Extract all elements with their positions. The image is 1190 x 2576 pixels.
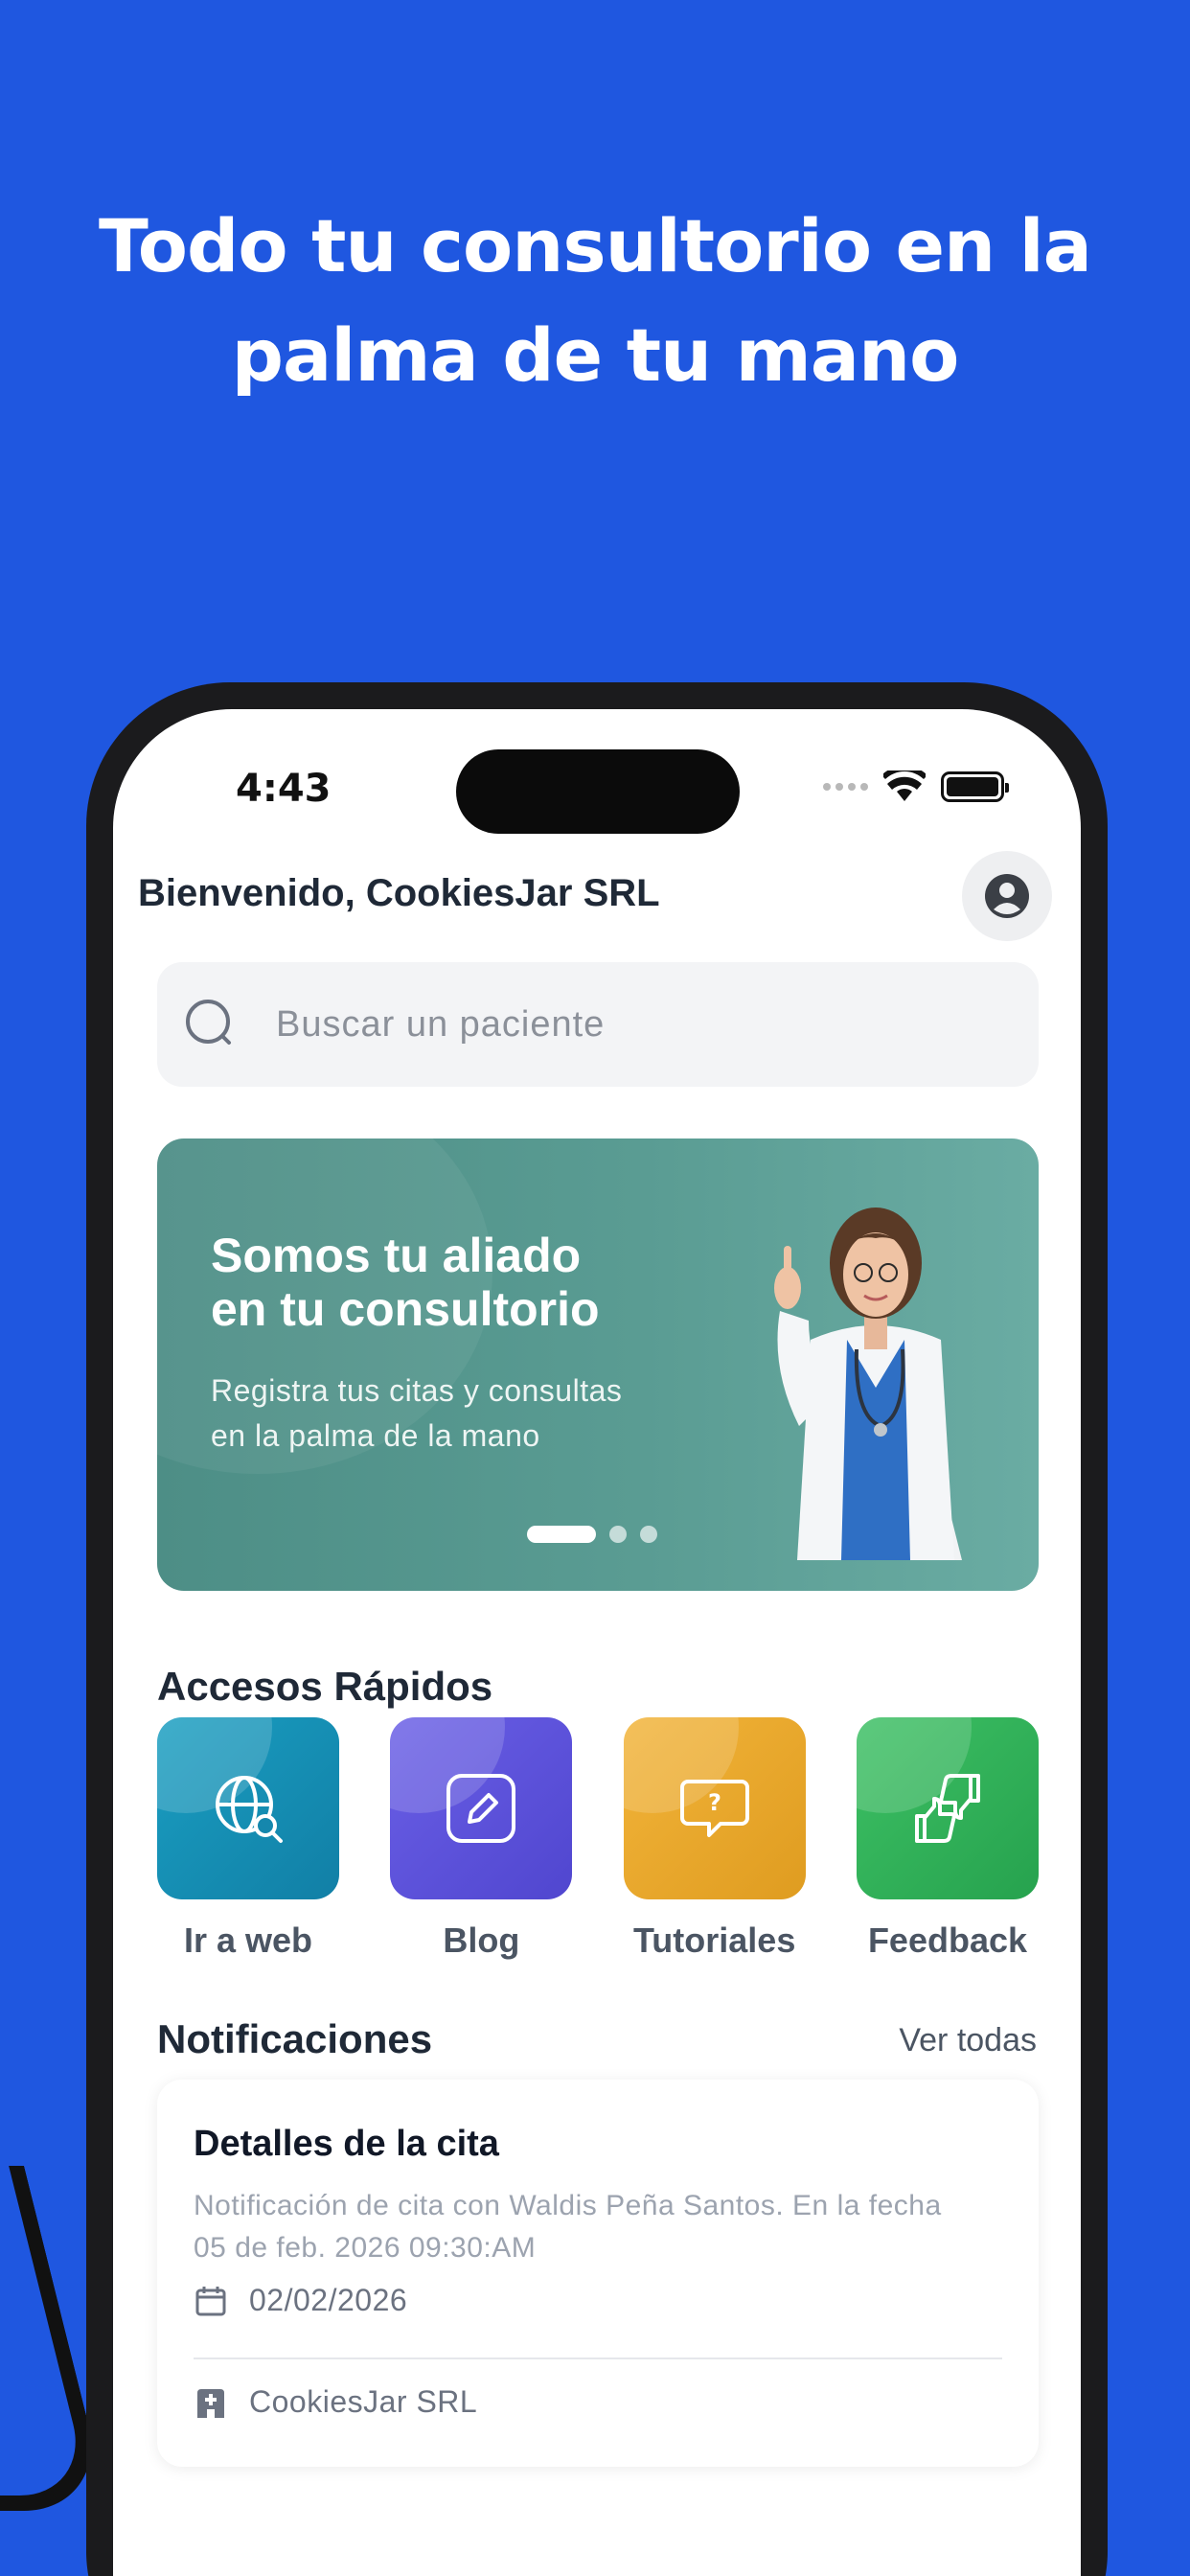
quick-access-tutorials[interactable]: ? Tutoriales — [623, 1717, 806, 1961]
welcome-title: Bienvenido, CookiesJar SRL — [138, 872, 660, 914]
promo-headline-line-1: Todo tu consultorio en la — [99, 203, 1092, 288]
wifi-icon — [883, 770, 926, 801]
search-input[interactable]: Buscar un paciente — [157, 962, 1039, 1087]
carousel-dot[interactable] — [640, 1526, 657, 1543]
svg-text:?: ? — [708, 1789, 721, 1816]
quick-access-title: Accesos Rápidos — [157, 1664, 493, 1709]
quick-access-grid: Ir a web Blog ? Tutoriales Feedback — [157, 1717, 1039, 1961]
phone-frame: 4:43 Bienvenido, CookiesJar SRL Buscar u… — [86, 682, 1108, 2576]
notifications-title: Notificaciones — [157, 2016, 433, 2061]
status-time: 4:43 — [236, 767, 332, 811]
question-bubble-icon: ? — [679, 1780, 749, 1837]
banner-subtitle-line-2: en la palma de la mano — [211, 1418, 540, 1453]
quick-access-web-tile[interactable] — [157, 1717, 339, 1899]
quick-access-blog-label: Blog — [443, 1920, 520, 1960]
see-all-link[interactable]: Ver todas — [899, 2022, 1037, 2059]
promo-banner[interactable]: Somos tu aliado en tu consultorio Regist… — [157, 1138, 1039, 1591]
quick-access-feedback[interactable]: Feedback — [856, 1717, 1039, 1961]
search-icon — [186, 1000, 231, 1045]
app-screen: 4:43 Bienvenido, CookiesJar SRL Buscar u… — [113, 709, 1081, 2576]
hospital-building-icon — [197, 2388, 224, 2418]
quick-access-blog-tile[interactable] — [390, 1717, 573, 1899]
dynamic-island — [456, 749, 740, 834]
notification-clinic: CookiesJar SRL — [249, 2384, 478, 2419]
quick-access-tutorials-tile[interactable]: ? — [623, 1717, 806, 1899]
banner-title-line-1: Somos tu aliado — [211, 1229, 582, 1282]
notification-description: Notificación de cita con Waldis Peña San… — [194, 2185, 1008, 2269]
banner-title-line-2: en tu consultorio — [211, 1282, 600, 1336]
doctor-illustration — [774, 1208, 962, 1560]
promo-headline-line-2: palma de tu mano — [231, 312, 960, 398]
battery-icon — [941, 771, 1009, 802]
globe-search-icon — [216, 1776, 283, 1843]
quick-access-tutorials-label: Tutoriales — [632, 1920, 796, 1960]
quick-access-feedback-tile[interactable] — [856, 1717, 1039, 1899]
quick-access-web[interactable]: Ir a web — [157, 1717, 339, 1961]
banner-subtitle-line-1: Registra tus citas y consultas — [211, 1373, 623, 1408]
notification-clinic-row: CookiesJar SRL — [194, 2384, 477, 2420]
quick-access-web-label: Ir a web — [183, 1920, 313, 1960]
carousel-indicator — [527, 1526, 657, 1543]
user-avatar-icon — [985, 874, 1029, 918]
status-icons — [823, 770, 1009, 803]
quick-access-blog[interactable]: Blog — [390, 1717, 573, 1961]
thumbs-up-down-icon — [914, 1774, 980, 1843]
banner-title: Somos tu aliado en tu consultorio — [211, 1229, 600, 1336]
notification-description-line-2: 05 de feb. 2026 09:30:AM — [194, 2232, 537, 2264]
banner-subtitle: Registra tus citas y consultas en la pal… — [211, 1368, 622, 1459]
notification-date-row: 02/02/2026 — [194, 2283, 407, 2318]
quick-access-feedback-label: Feedback — [867, 1920, 1028, 1960]
edit-pencil-icon — [446, 1774, 516, 1843]
search-placeholder: Buscar un paciente — [276, 1003, 606, 1045]
notification-title: Detalles de la cita — [194, 2124, 499, 2164]
calendar-icon — [195, 2286, 226, 2315]
signal-icon — [823, 783, 868, 791]
carousel-dot-active[interactable] — [527, 1526, 596, 1543]
promo-headline: Todo tu consultorio en la palma de tu ma… — [0, 192, 1190, 410]
notification-date: 02/02/2026 — [249, 2283, 408, 2317]
notification-description-line-1: Notificación de cita con Waldis Peña San… — [194, 2190, 942, 2221]
card-divider — [194, 2358, 1002, 2359]
notification-card[interactable]: Detalles de la cita Notificación de cita… — [157, 2080, 1039, 2467]
carousel-dot[interactable] — [609, 1526, 627, 1543]
profile-button[interactable] — [962, 851, 1052, 941]
